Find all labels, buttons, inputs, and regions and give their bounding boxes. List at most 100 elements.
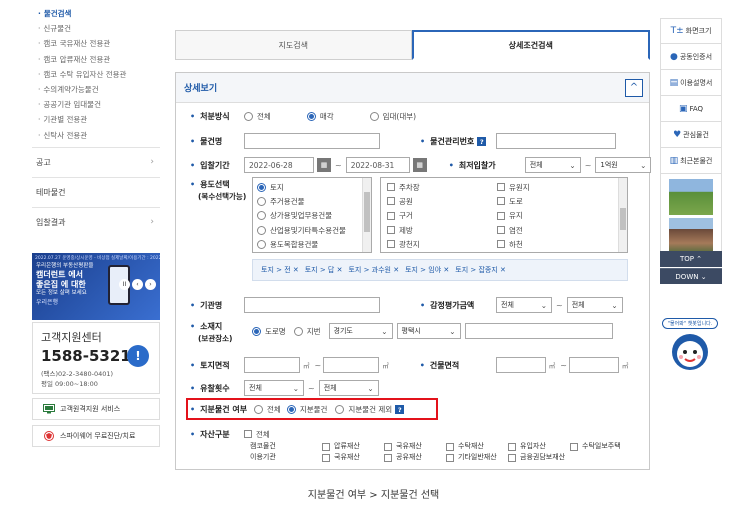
scroll-top-button[interactable]: TOP ⌃: [660, 251, 722, 267]
period-to-input[interactable]: 2022-08-31: [345, 157, 410, 173]
sub-menu-item[interactable]: 공공기관 임대물건: [38, 97, 160, 112]
range-tilde: ~: [335, 160, 342, 170]
fail-count-from-select[interactable]: 전체 ⌄: [244, 380, 304, 396]
tab-map-search[interactable]: 지도검색: [175, 30, 412, 60]
fail-count-to-select[interactable]: 전체 ⌄: [318, 380, 379, 396]
calendar-icon[interactable]: ▦: [412, 158, 427, 172]
checkbox-item[interactable]: 제방: [387, 223, 497, 237]
min-price-to-select[interactable]: 1억원 ⌄: [595, 157, 652, 173]
checkbox-item[interactable]: 수탁재산: [446, 441, 508, 452]
scrollbar-thumb[interactable]: [364, 192, 370, 232]
sub-menu-item[interactable]: 캠코 압류재산 전용관: [38, 52, 160, 67]
sub-menu-item[interactable]: 물건검색: [38, 6, 160, 21]
min-price-from-select[interactable]: 전체 ⌄: [524, 157, 581, 173]
rail-item-certificate[interactable]: ● 공동인증서: [660, 44, 722, 70]
address-detail-input[interactable]: [464, 323, 613, 339]
sub-menu-item[interactable]: 캠코 수탁 유입자산 전용관: [38, 67, 160, 82]
checkbox-item[interactable]: 광천지: [387, 237, 497, 251]
radio-disposal-all[interactable]: 전체: [244, 111, 271, 122]
list-item[interactable]: 토지: [257, 180, 371, 194]
chevron-left-icon[interactable]: ‹: [132, 279, 143, 290]
sub-menu-item[interactable]: 신탁사 전용관: [38, 128, 160, 143]
bldg-area-from-input[interactable]: [495, 357, 546, 373]
radio-lot-address[interactable]: 지번: [293, 326, 321, 337]
period-from-input[interactable]: 2022-06-28: [244, 157, 314, 173]
radio-road-address[interactable]: 도로명: [252, 326, 286, 337]
recent-item-thumbnail[interactable]: [669, 179, 713, 215]
promo-banner[interactable]: 2022.07.27 운영중/상시운영 - 비상점 실제날짜/이용기간 : 20…: [32, 253, 160, 320]
checkbox-item[interactable]: 국유재산: [322, 452, 384, 463]
appraisal-from-select[interactable]: 전체 ⌄: [496, 297, 552, 313]
usage-chip[interactable]: 토지 > 전 ✕: [261, 265, 299, 275]
checkbox-item[interactable]: 국유재산: [384, 441, 446, 452]
bldg-area-to-input[interactable]: [568, 357, 619, 373]
help-icon[interactable]: ?: [477, 137, 487, 146]
recent-item-thumbnail[interactable]: [669, 218, 713, 254]
checkbox-item[interactable]: 기타일반재산: [446, 452, 508, 463]
checkbox-item[interactable]: 전체: [244, 427, 270, 441]
checkbox-item[interactable]: 유원지: [497, 180, 607, 194]
checkbox-item[interactable]: 구거: [387, 209, 497, 223]
checkbox-item[interactable]: 수탁일보주택: [570, 441, 621, 452]
scroll-down-button[interactable]: DOWN ⌄: [660, 268, 722, 284]
sido-select[interactable]: 경기도 ⌄: [328, 323, 393, 339]
scrollbar[interactable]: [362, 178, 371, 252]
list-item[interactable]: 상가용및업무용건물: [257, 209, 371, 223]
pause-icon[interactable]: II: [119, 279, 130, 290]
usage-chip[interactable]: 토지 > 답 ✕: [305, 265, 343, 275]
rail-item-font-size[interactable]: T± 화면크기: [660, 18, 722, 44]
rail-item-favorites[interactable]: ♥ 관심물건: [660, 122, 722, 148]
checkbox-item[interactable]: 주차장: [387, 180, 497, 194]
range-tilde: ~: [308, 383, 315, 393]
checkbox-item[interactable]: 유입자산: [508, 441, 570, 452]
sigungu-select[interactable]: 평택시 ⌄: [396, 323, 461, 339]
checkbox-item[interactable]: 공원: [387, 194, 497, 208]
checkbox-item[interactable]: 염전: [497, 223, 607, 237]
chevron-right-icon[interactable]: ›: [145, 279, 156, 290]
agency-input[interactable]: [244, 297, 380, 313]
checkbox-item[interactable]: 금융권담보재산: [508, 452, 565, 463]
radio-label: 매각: [319, 112, 334, 121]
chatbot-button[interactable]: "물어봐" 챗봇입니다.: [662, 318, 718, 382]
usage-chip[interactable]: 토지 > 잡종지 ✕: [455, 265, 506, 275]
list-item[interactable]: 주거용건물: [257, 194, 371, 208]
mgmt-number-input[interactable]: [496, 133, 616, 149]
appraisal-to-select[interactable]: 전체 ⌄: [566, 297, 623, 313]
item-name-input[interactable]: [244, 133, 380, 149]
checkbox-item[interactable]: 하천: [497, 237, 607, 251]
tab-detail-search[interactable]: 상세조건검색: [411, 30, 650, 60]
calendar-icon[interactable]: ▦: [317, 158, 331, 172]
spyware-check-button[interactable]: 스파이웨어 무료진단/치료: [32, 425, 160, 447]
land-area-to-input[interactable]: [323, 357, 380, 373]
usage-chip[interactable]: 토지 > 임야 ✕: [405, 265, 449, 275]
radio-disposal-lease[interactable]: 임대(대부): [369, 111, 416, 122]
menu-item-theme[interactable]: 테마물건: [32, 176, 160, 207]
checkbox-item[interactable]: 압류재산: [322, 441, 384, 452]
chevron-up-icon[interactable]: ^: [625, 78, 643, 97]
checkbox-item[interactable]: 공유재산: [384, 452, 446, 463]
sub-menu-item[interactable]: 수의계약가능물건: [38, 82, 160, 97]
menu-item-results[interactable]: 입찰결과 ›: [32, 206, 160, 237]
radio-disposal-sale[interactable]: 매각: [306, 111, 334, 122]
select-value: 전체: [501, 301, 514, 309]
list-item[interactable]: 용도복합용건물: [257, 237, 371, 251]
checkbox: [387, 197, 395, 206]
land-area-from-input[interactable]: [244, 357, 300, 373]
rail-item-manual[interactable]: ▤ 이용설명서: [660, 70, 722, 96]
scrollbar-thumb[interactable]: [620, 208, 626, 230]
usage-minor-listbox[interactable]: 주차장 유원지 공원 도로 구거 유지 제방 염전 광천지 하천: [380, 177, 628, 253]
rail-item-faq[interactable]: ▣ FAQ: [660, 96, 722, 122]
sub-menu-item[interactable]: 기관별 전용관: [38, 112, 160, 127]
scrollbar[interactable]: [618, 178, 627, 252]
checkbox-item[interactable]: 유지: [497, 209, 607, 223]
rail-item-recent[interactable]: ▥ 최근본물건: [660, 148, 722, 174]
recent-icon: ▥: [669, 155, 679, 166]
list-item[interactable]: 산업용및기타특수용건물: [257, 223, 371, 237]
usage-chip[interactable]: 토지 > 과수원 ✕: [348, 265, 399, 275]
remote-support-button[interactable]: 고객원격지원 서비스: [32, 398, 160, 420]
sub-menu-item[interactable]: 캠코 국유재산 전용관: [38, 36, 160, 51]
sub-menu-item[interactable]: 신규물건: [38, 21, 160, 36]
checkbox-item[interactable]: 도로: [497, 194, 607, 208]
usage-major-listbox[interactable]: 토지 주거용건물 상가용및업무용건물 산업용및기타특수용건물 용도복합용건물: [252, 177, 372, 253]
menu-item-notice[interactable]: 공고 ›: [32, 146, 160, 177]
